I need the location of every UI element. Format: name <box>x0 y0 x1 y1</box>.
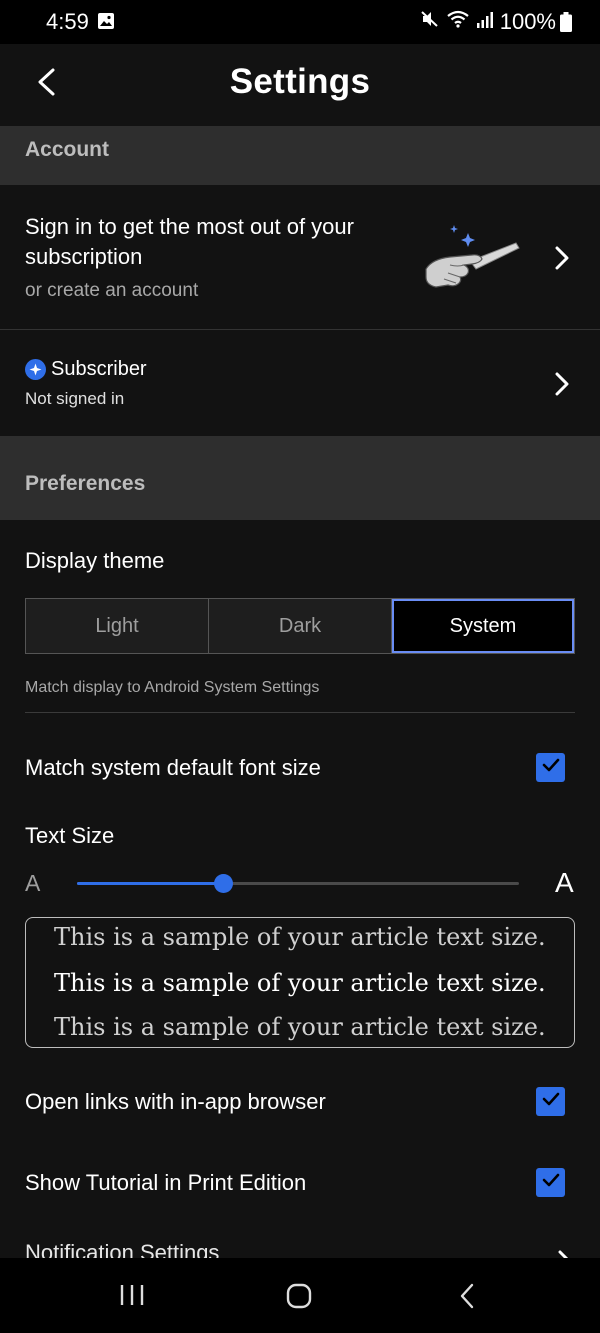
hand-phone-illustration <box>420 221 524 302</box>
divider <box>25 712 575 713</box>
match-font-size-checkbox[interactable] <box>536 753 565 782</box>
status-time: 4:59 <box>46 9 89 34</box>
check-icon <box>540 754 562 781</box>
theme-dark-button[interactable]: Dark <box>209 599 392 653</box>
status-bar: 4:59 100% <box>0 0 600 44</box>
status-indicators: 100% <box>420 9 556 35</box>
chevron-right-icon <box>552 245 572 271</box>
sparkle-badge-icon <box>25 359 46 380</box>
theme-description: Match display to Android System Settings <box>25 679 320 696</box>
theme-system-button[interactable]: System <box>392 599 574 653</box>
account-section-header: Account <box>0 126 600 185</box>
slider-fill <box>77 882 223 885</box>
back-arrow-icon <box>456 1282 478 1315</box>
mute-icon <box>420 9 440 35</box>
wifi-icon <box>446 9 470 35</box>
system-back-button[interactable] <box>456 1282 478 1315</box>
subscriber-row[interactable]: Subscriber Not signed in <box>0 331 600 436</box>
text-size-small-glyph: A <box>25 870 41 896</box>
create-account-link[interactable]: or create an account <box>25 280 198 302</box>
show-tutorial-label: Show Tutorial in Print Edition <box>25 1170 307 1195</box>
sample-text-small: This is a sample of your article text si… <box>54 923 546 951</box>
match-font-size-label: Match system default font size <box>25 755 321 780</box>
show-tutorial-checkbox[interactable] <box>536 1168 565 1197</box>
text-size-label: Text Size <box>25 823 115 848</box>
signal-icon <box>476 9 494 35</box>
system-nav-bar <box>0 1258 600 1333</box>
home-button[interactable] <box>285 1282 313 1315</box>
theme-light-button[interactable]: Light <box>26 599 209 653</box>
subscriber-label: Subscriber <box>51 358 147 380</box>
slider-thumb[interactable] <box>213 874 233 893</box>
text-size-sample-box: This is a sample of your article text si… <box>25 917 575 1048</box>
sample-text-current: This is a sample of your article text si… <box>54 969 546 997</box>
theme-segmented-control: Light Dark System <box>25 598 575 654</box>
sign-in-row[interactable]: Sign in to get the most out of your subs… <box>0 185 600 330</box>
text-size-slider[interactable] <box>77 874 519 893</box>
gallery-icon <box>97 12 115 35</box>
sign-in-title: Sign in to get the most out of your subs… <box>25 214 354 269</box>
page-title: Settings <box>229 62 371 101</box>
open-links-label: Open links with in-app browser <box>25 1089 326 1114</box>
preferences-section-header: Preferences <box>0 436 600 520</box>
recent-apps-icon <box>118 1282 146 1313</box>
battery-percent: 100% <box>499 9 556 34</box>
sample-text-large: This is a sample of your article text si… <box>54 1013 546 1041</box>
chevron-right-icon <box>552 371 572 397</box>
text-size-large-glyph: A <box>555 867 574 898</box>
app-header: Settings <box>0 44 600 126</box>
check-icon <box>540 1169 562 1196</box>
battery-icon <box>560 12 572 37</box>
open-links-checkbox[interactable] <box>536 1087 565 1116</box>
check-icon <box>540 1088 562 1115</box>
display-theme-label: Display theme <box>25 548 165 573</box>
subscriber-status: Not signed in <box>25 389 125 408</box>
home-icon <box>285 1282 313 1315</box>
recent-apps-button[interactable] <box>118 1282 146 1313</box>
